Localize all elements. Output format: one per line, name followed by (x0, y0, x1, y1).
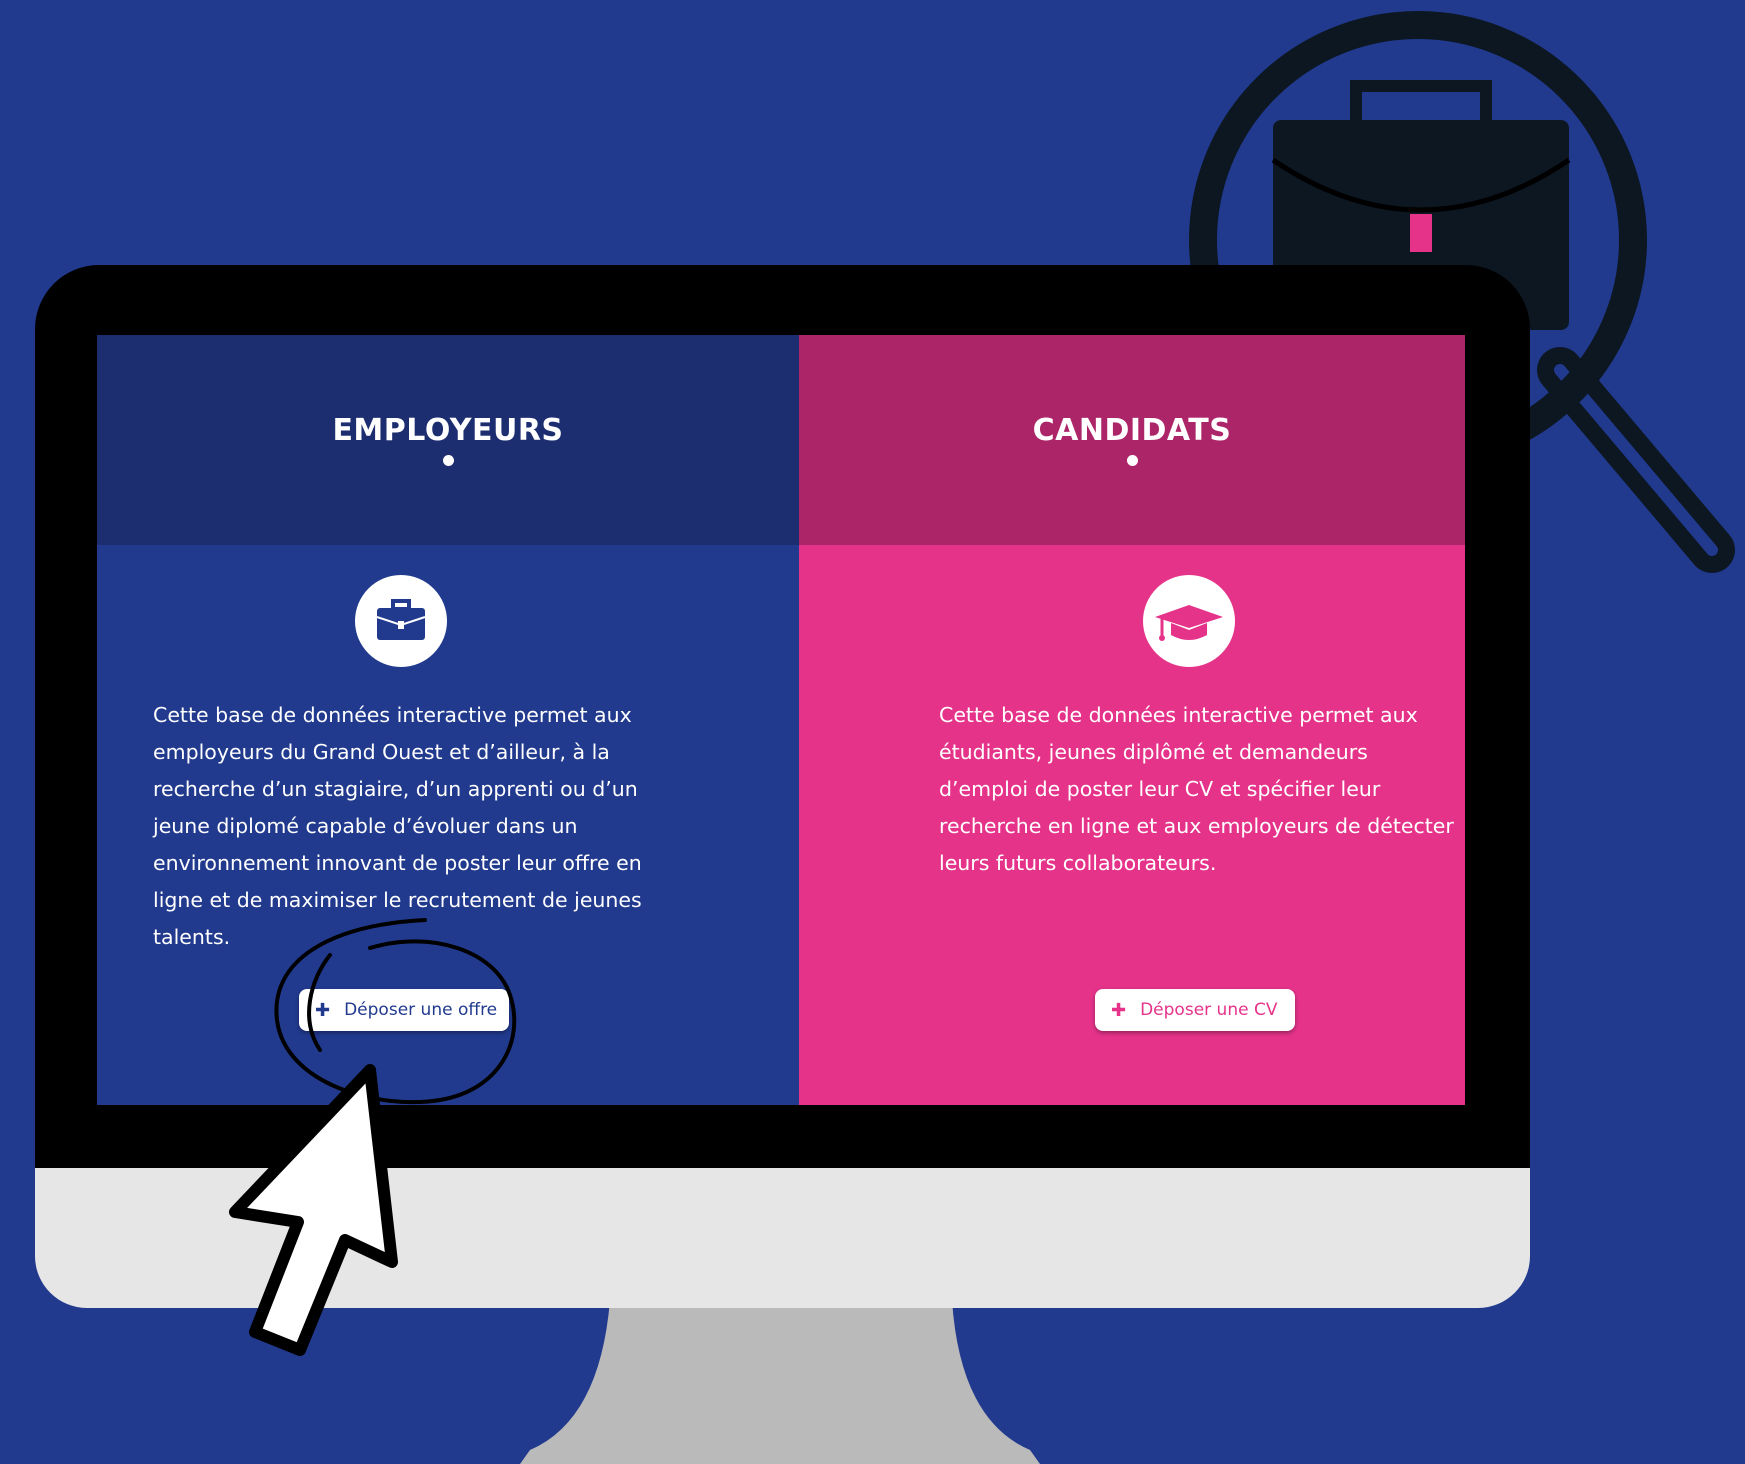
candidats-panel: CANDIDATS Cette base de données interact… (799, 335, 1465, 1105)
candidats-description: Cette base de données interactive permet… (939, 703, 1454, 875)
employeurs-icon-circle (355, 575, 447, 667)
monitor-chin (35, 1168, 1530, 1308)
deposer-offre-button[interactable]: ✚ Déposer une offre (299, 989, 509, 1031)
plus-icon: ✚ (315, 999, 331, 1021)
title-dot (1127, 455, 1138, 466)
monitor-screen: EMPLOYEURS Cette base de données interac… (97, 335, 1465, 1105)
candidats-header: CANDIDATS (799, 335, 1465, 545)
candidats-icon-circle (1143, 575, 1235, 667)
candidats-title: CANDIDATS (1032, 413, 1232, 448)
employeurs-description: Cette base de données interactive permet… (153, 703, 642, 949)
title-dot (443, 455, 454, 466)
briefcase-icon (376, 599, 426, 640)
deposer-cv-button[interactable]: ✚ Déposer une CV (1095, 989, 1295, 1031)
graduation-cap-icon (1155, 605, 1223, 641)
employeurs-panel: EMPLOYEURS Cette base de données interac… (97, 335, 799, 1105)
deposer-cv-label: Déposer une CV (1140, 1000, 1278, 1020)
employeurs-header: EMPLOYEURS (97, 335, 799, 545)
deposer-offre-label: Déposer une offre (344, 1000, 498, 1020)
employeurs-title: EMPLOYEURS (332, 413, 564, 448)
plus-icon: ✚ (1111, 999, 1127, 1021)
